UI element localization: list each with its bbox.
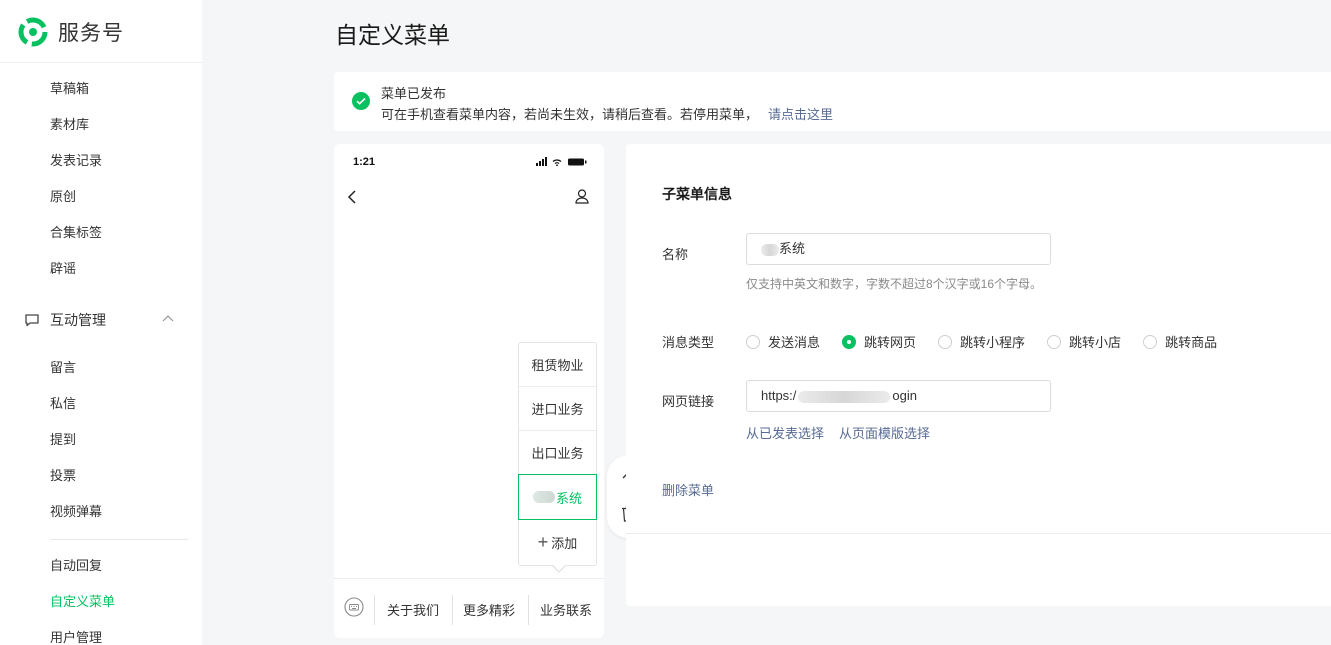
url-prefix: https:/: [761, 388, 797, 403]
disable-menu-link[interactable]: 请点击这里: [768, 107, 833, 122]
radio-label: 跳转小店: [1069, 335, 1122, 350]
sidebar-item-video-danmaku[interactable]: 视频弹幕: [50, 503, 102, 521]
select-published-link[interactable]: 从已发表选择: [746, 423, 824, 442]
submenu-item-label: 系统: [555, 490, 582, 506]
editor-title: 子菜单信息: [662, 186, 732, 202]
divider: [50, 539, 188, 540]
sidebar-group-label: 互动管理: [50, 312, 106, 328]
divider: [0, 62, 202, 63]
sidebar-item-votes[interactable]: 投票: [50, 467, 76, 485]
status-bar-icons: [536, 157, 587, 167]
submenu-item[interactable]: 进口业务: [519, 387, 596, 431]
name-input-value: 系统: [779, 241, 806, 256]
sidebar-group-interaction[interactable]: 互动管理: [24, 310, 176, 330]
add-label: 添加: [551, 535, 578, 551]
type-label: 消息类型: [662, 335, 715, 350]
divider: [528, 595, 529, 625]
radio-jump-shop[interactable]: 跳转小店: [1047, 332, 1121, 351]
menu-tab[interactable]: 业务联系: [540, 600, 592, 619]
submenu-item[interactable]: 出口业务: [519, 431, 596, 475]
divider: [452, 595, 453, 625]
radio-jump-product[interactable]: 跳转商品: [1143, 332, 1217, 351]
page-title: 自定义菜单: [335, 22, 450, 48]
sidebar-item-publish-records[interactable]: 发表记录: [50, 152, 102, 170]
select-template-link[interactable]: 从页面模版选择: [839, 423, 930, 442]
sidebar-item-mentions[interactable]: 提到: [50, 431, 76, 449]
sidebar-item-messages[interactable]: 私信: [50, 395, 76, 413]
radio-dot: [842, 334, 857, 349]
radio-label: 跳转商品: [1165, 335, 1218, 350]
sidebar-item-materials[interactable]: 素材库: [50, 116, 89, 134]
chevron-up-icon[interactable]: [162, 314, 174, 322]
sidebar-item-user-management[interactable]: 用户管理: [50, 629, 102, 645]
message-type-group: 发送消息 跳转网页 跳转小程序 跳转小店 跳转商品: [746, 332, 1239, 351]
sidebar-item-custom-menu[interactable]: 自定义菜单: [50, 593, 115, 611]
url-suffix: ogin: [892, 388, 917, 403]
name-label: 名称: [662, 247, 689, 262]
radio-send-message[interactable]: 发送消息: [746, 332, 820, 351]
back-icon[interactable]: [346, 189, 358, 205]
profile-icon[interactable]: [574, 188, 590, 204]
redacted-text: [532, 491, 555, 503]
message-icon: [25, 314, 39, 327]
submenu-editor: 子菜单信息 名称 系统 仅支持中英文和数字，字数不超过8个汉字或16个字母。 消…: [626, 144, 1331, 606]
radio-dot: [938, 334, 953, 349]
redacted-text: [798, 390, 891, 403]
submenu-item-selected[interactable]: 系统: [518, 474, 597, 520]
status-time: 1:21: [353, 156, 376, 168]
brand-name: 服务号: [58, 22, 124, 45]
radio-jump-miniprogram[interactable]: 跳转小程序: [938, 332, 1025, 351]
submenu-caret: [552, 565, 566, 573]
publish-notice: 菜单已发布 可在手机查看菜单内容，若尚未生效，请稍后查看。若停用菜单， 请点击这里: [334, 72, 1331, 131]
sidebar-item-rumor[interactable]: 辟谣: [50, 260, 76, 278]
plus-icon: +: [537, 532, 549, 552]
divider: [374, 595, 375, 625]
radio-dot: [1047, 334, 1062, 349]
notice-title: 菜单已发布: [381, 86, 447, 101]
submenu-item[interactable]: 租赁物业: [519, 343, 596, 387]
sidebar: 服务号 草稿箱 素材库 发表记录 原创 合集标签 辟谣 互动管理 留言 私信 提…: [0, 0, 202, 645]
sidebar-item-original[interactable]: 原创: [50, 188, 76, 206]
delete-menu-link[interactable]: 删除菜单: [662, 480, 714, 499]
menu-tab[interactable]: 关于我们: [387, 600, 439, 619]
url-label: 网页链接: [662, 394, 715, 409]
keyboard-icon[interactable]: [344, 597, 364, 617]
name-hint: 仅支持中英文和数字，字数不超过8个汉字或16个字母。: [746, 277, 1043, 291]
menu-tab[interactable]: 更多精彩: [463, 600, 515, 619]
radio-label: 发送消息: [768, 335, 821, 350]
radio-dot: [1143, 334, 1158, 349]
sidebar-item-drafts[interactable]: 草稿箱: [50, 80, 89, 98]
radio-label: 跳转小程序: [960, 335, 1026, 350]
sidebar-item-auto-reply[interactable]: 自动回复: [50, 557, 102, 575]
radio-label: 跳转网页: [864, 335, 917, 350]
url-input[interactable]: https:/ ogin: [746, 380, 1051, 412]
divider: [626, 533, 1331, 534]
menu-bar: 关于我们 更多精彩 业务联系: [334, 578, 604, 638]
brand[interactable]: 服务号: [18, 14, 124, 50]
sidebar-item-comments[interactable]: 留言: [50, 359, 76, 377]
radio-dot: [746, 334, 760, 349]
add-submenu-button[interactable]: + 添加: [519, 519, 596, 565]
redacted-text: [761, 243, 779, 256]
service-account-logo-icon: [18, 17, 48, 47]
phone-preview: 1:21 租赁物业 进口业务 出口业务 系统 + 添加 关于我们 更多精彩 业务…: [334, 144, 604, 638]
radio-jump-webpage[interactable]: 跳转网页: [842, 332, 916, 351]
name-input[interactable]: 系统: [746, 233, 1051, 265]
sidebar-item-collection-tags[interactable]: 合集标签: [50, 224, 102, 242]
submenu-list: 租赁物业 进口业务 出口业务 系统 + 添加: [518, 342, 597, 566]
notice-description: 可在手机查看菜单内容，若尚未生效，请稍后查看。若停用菜单， 请点击这里: [381, 104, 833, 123]
notice-text: 可在手机查看菜单内容，若尚未生效，请稍后查看。若停用菜单，: [381, 107, 759, 122]
success-check-icon: [352, 92, 370, 110]
